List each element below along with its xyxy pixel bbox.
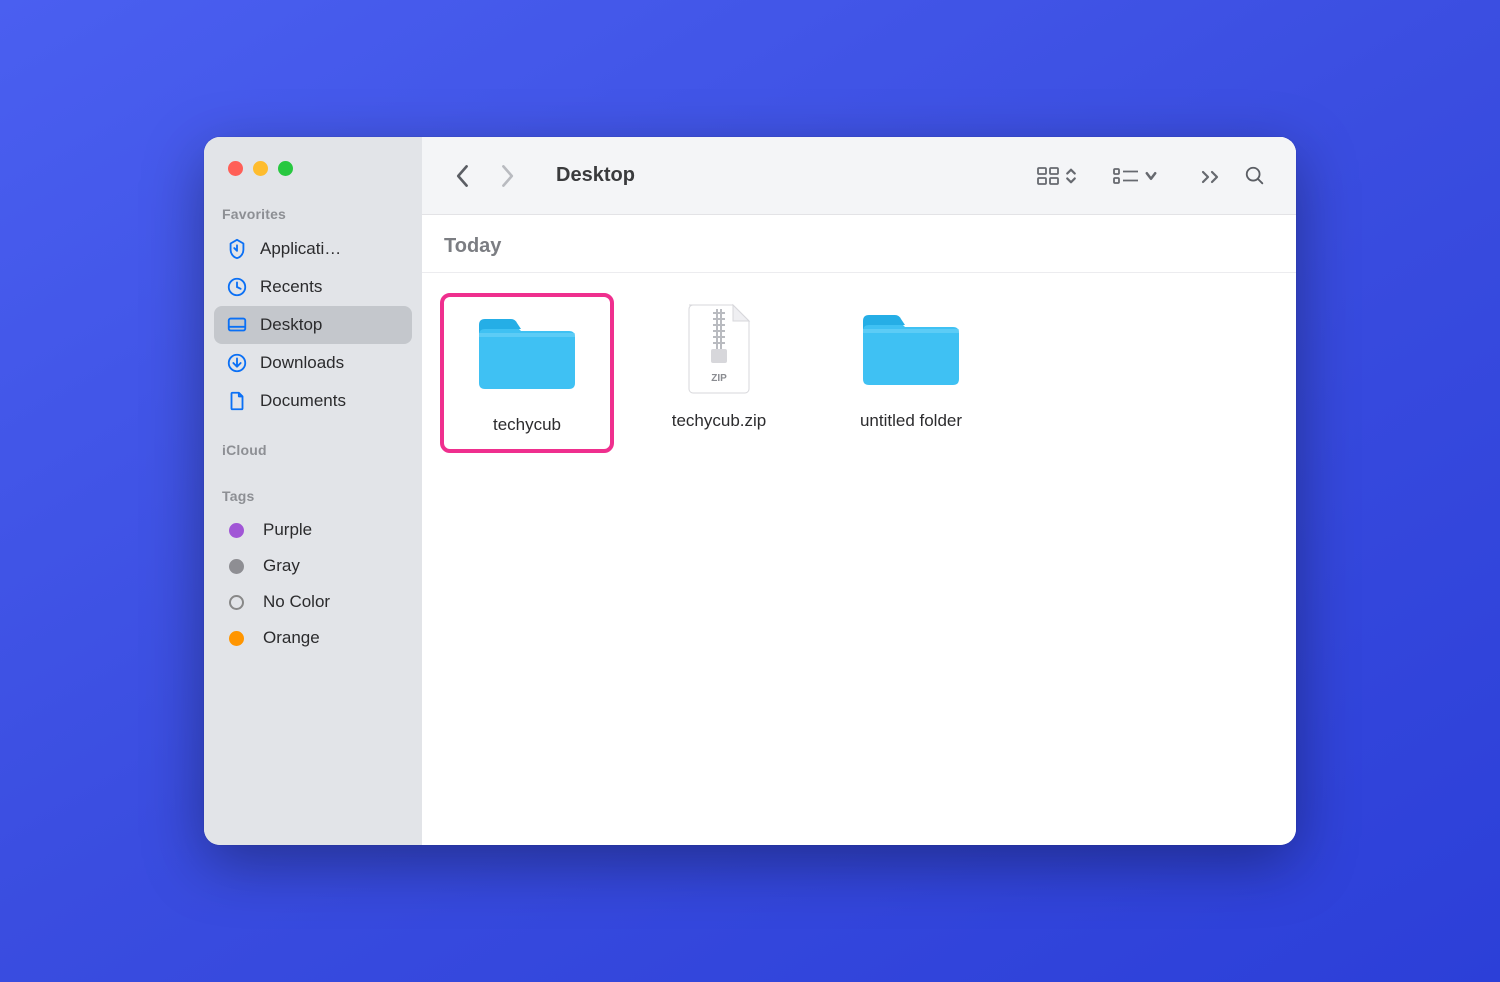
- sidebar-tag-label: Gray: [263, 556, 300, 576]
- sidebar-tag-nocolor[interactable]: No Color: [214, 584, 412, 620]
- forward-button[interactable]: [488, 157, 526, 195]
- sidebar-tag-gray[interactable]: Gray: [214, 548, 412, 584]
- content-area: Today techycub ZIP techycub.zip: [422, 215, 1296, 845]
- svg-text:ZIP: ZIP: [711, 373, 727, 384]
- chevron-down-icon: [1144, 168, 1158, 184]
- file-label: techycub.zip: [672, 411, 767, 431]
- file-item-untitled-folder[interactable]: untitled folder: [824, 293, 998, 445]
- sidebar-item-applications[interactable]: Applicati…: [214, 230, 412, 268]
- sidebar-item-label: Documents: [260, 391, 346, 411]
- downloads-icon: [226, 352, 248, 374]
- sidebar-item-label: Applicati…: [260, 239, 341, 259]
- window-title: Desktop: [556, 164, 635, 187]
- items-grid: techycub ZIP techycub.zip untitled folde…: [422, 273, 1296, 473]
- folder-icon: [856, 303, 966, 393]
- desktop-icon: [226, 314, 248, 336]
- zoom-window-button[interactable]: [278, 161, 293, 176]
- tag-dot-icon: [229, 631, 244, 646]
- sidebar-item-label: Desktop: [260, 315, 322, 335]
- finder-window: Favorites Applicati… Recents Desktop: [204, 137, 1296, 845]
- sidebar-item-documents[interactable]: Documents: [214, 382, 412, 420]
- file-item-techycub-zip[interactable]: ZIP techycub.zip: [632, 293, 806, 445]
- toolbar-overflow-button[interactable]: [1192, 157, 1230, 195]
- tag-dot-icon: [229, 523, 244, 538]
- sidebar-favorites-list: Applicati… Recents Desktop Downloads: [204, 230, 422, 420]
- main-pane: Desktop Today: [422, 137, 1296, 845]
- file-label: techycub: [493, 415, 561, 435]
- folder-icon: [472, 307, 582, 397]
- minimize-window-button[interactable]: [253, 161, 268, 176]
- group-heading: Today: [422, 215, 1296, 273]
- file-item-techycub[interactable]: techycub: [440, 293, 614, 453]
- sidebar-item-label: Downloads: [260, 353, 344, 373]
- file-label: untitled folder: [860, 411, 962, 431]
- window-controls: [204, 161, 422, 176]
- search-button[interactable]: [1236, 157, 1274, 195]
- applications-icon: [226, 238, 248, 260]
- sidebar-tag-label: Purple: [263, 520, 312, 540]
- back-button[interactable]: [444, 157, 482, 195]
- tag-dot-icon: [229, 595, 244, 610]
- chevron-updown-icon: [1064, 166, 1078, 186]
- sidebar-item-downloads[interactable]: Downloads: [214, 344, 412, 382]
- sidebar: Favorites Applicati… Recents Desktop: [204, 137, 422, 845]
- sidebar-item-desktop[interactable]: Desktop: [214, 306, 412, 344]
- zip-file-icon: ZIP: [664, 303, 774, 393]
- group-by-button[interactable]: [1112, 165, 1158, 187]
- sidebar-heading-tags: Tags: [204, 488, 422, 512]
- tag-dot-icon: [229, 559, 244, 574]
- sidebar-tags-list: Purple Gray No Color Orange: [204, 512, 422, 656]
- close-window-button[interactable]: [228, 161, 243, 176]
- sidebar-tag-label: Orange: [263, 628, 320, 648]
- toolbar: Desktop: [422, 137, 1296, 215]
- sidebar-item-label: Recents: [260, 277, 322, 297]
- sidebar-item-recents[interactable]: Recents: [214, 268, 412, 306]
- recents-icon: [226, 276, 248, 298]
- sidebar-heading-icloud: iCloud: [204, 442, 422, 466]
- sidebar-tag-purple[interactable]: Purple: [214, 512, 412, 548]
- sidebar-tag-orange[interactable]: Orange: [214, 620, 412, 656]
- view-mode-button[interactable]: [1036, 166, 1078, 186]
- documents-icon: [226, 390, 248, 412]
- sidebar-tag-label: No Color: [263, 592, 330, 612]
- sidebar-heading-favorites: Favorites: [204, 206, 422, 230]
